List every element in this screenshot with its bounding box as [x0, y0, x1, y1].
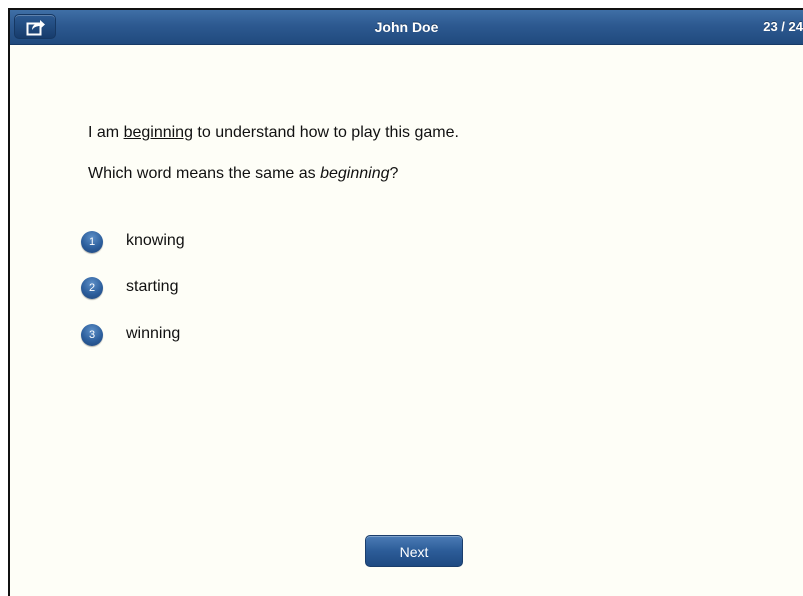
- app-frame: John Doe 23 / 24 I am beginning to under…: [8, 8, 803, 596]
- target-word: beginning: [123, 124, 193, 141]
- answer-option-1[interactable]: 1 knowing: [81, 228, 321, 256]
- top-bar: John Doe 23 / 24: [10, 10, 803, 45]
- sentence-before: I am: [88, 124, 124, 141]
- answer-option-3[interactable]: 3 winning: [81, 321, 321, 349]
- option-number-badge: 1: [81, 231, 103, 253]
- question-after: ?: [389, 165, 399, 182]
- option-label: winning: [126, 325, 181, 342]
- answer-option-2[interactable]: 2 starting: [81, 274, 321, 302]
- option-number-badge: 2: [81, 277, 103, 299]
- user-name-title: John Doe: [374, 19, 439, 35]
- next-button[interactable]: Next: [365, 535, 463, 567]
- prompt-sentence: I am beginning to understand how to play…: [88, 124, 459, 142]
- option-number-badge: 3: [81, 324, 103, 346]
- question-progress: 23 / 24: [763, 19, 803, 34]
- question-text: Which word means the same as beginning?: [88, 165, 398, 183]
- option-label: starting: [126, 278, 179, 295]
- question-before: Which word means the same as: [88, 165, 321, 182]
- question-word: beginning: [320, 165, 390, 182]
- option-label: knowing: [126, 232, 185, 249]
- sentence-after: to understand how to play this game.: [192, 124, 459, 141]
